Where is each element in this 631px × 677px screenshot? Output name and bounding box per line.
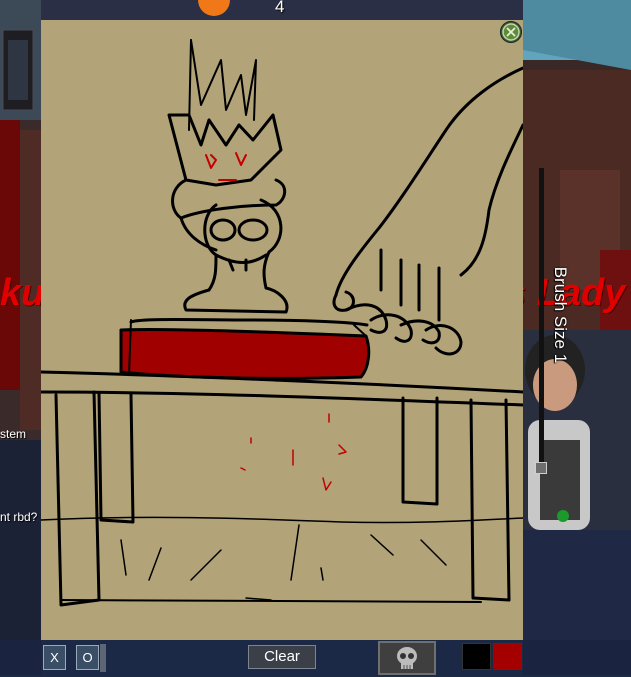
close-button[interactable]: [500, 21, 522, 43]
table-drawing: [41, 370, 523, 607]
x-button[interactable]: X: [43, 645, 66, 670]
drawing-strokes: [41, 39, 523, 607]
chat-system-fragment: stem: [0, 427, 27, 441]
lantern-icon: [2, 29, 34, 111]
book-drawing: [119, 318, 371, 380]
clear-button[interactable]: Clear: [248, 645, 316, 669]
player-name-left: ku: [0, 272, 45, 314]
red-crumbs: [240, 413, 347, 491]
o-button[interactable]: O: [76, 645, 99, 670]
skull-icon: [397, 647, 417, 669]
skull-button[interactable]: [378, 641, 436, 675]
brush-size-slider[interactable]: [539, 168, 544, 473]
drawing-canvas[interactable]: [41, 20, 523, 640]
chat-message-fragment: nt rbd?: [0, 510, 38, 524]
color-swatch-red[interactable]: [493, 643, 522, 670]
floor-lines: [41, 516, 523, 601]
toolbar-divider: [100, 644, 106, 672]
close-icon: [502, 23, 520, 41]
crown-drawing: [167, 39, 287, 252]
face-drawing: [183, 198, 289, 314]
brush-size-label: Brush Size 1: [551, 266, 570, 364]
score-counter: 4: [275, 0, 285, 16]
hand-drawing: [332, 66, 523, 356]
color-swatch-black[interactable]: [462, 643, 491, 670]
red-face-marks: [205, 152, 247, 181]
brush-size-slider-handle[interactable]: [535, 462, 547, 474]
